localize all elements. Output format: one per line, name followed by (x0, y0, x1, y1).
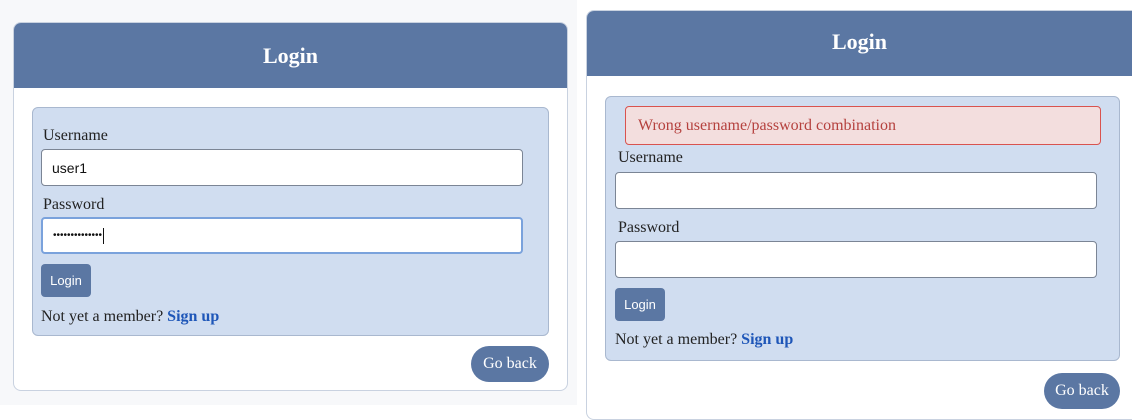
login-button[interactable]: Login (615, 288, 665, 321)
error-message: Wrong username/password combination (638, 116, 896, 134)
signup-prompt-text: Not yet a member? (615, 331, 738, 348)
login-button[interactable]: Login (41, 264, 91, 297)
go-back-button[interactable]: Go back (471, 346, 549, 382)
password-label: Password (618, 219, 680, 236)
username-input[interactable] (41, 149, 523, 186)
password-label: Password (43, 196, 105, 213)
login-form: Username Password •••••••••••••• Login N… (32, 107, 549, 336)
login-card-error: Login Wrong username/password combinatio… (586, 10, 1132, 420)
text-cursor (103, 227, 105, 244)
login-form: Wrong username/password combination User… (605, 96, 1120, 361)
login-title: Login (262, 42, 319, 68)
signup-prompt: Not yet a member? Sign up (615, 331, 793, 349)
username-label: Username (43, 127, 108, 144)
password-mask: •••••••••••••• (53, 230, 103, 241)
go-back-button[interactable]: Go back (1044, 373, 1120, 409)
login-title: Login (831, 28, 888, 54)
login-card-filled: Login Username Password •••••••••••••• L… (13, 22, 568, 391)
signup-link[interactable]: Sign up (741, 331, 793, 348)
login-header: Login (14, 23, 567, 88)
password-input[interactable]: •••••••••••••• (41, 217, 523, 254)
signup-prompt-text: Not yet a member? (41, 308, 164, 325)
username-label: Username (618, 149, 683, 166)
signup-link[interactable]: Sign up (167, 308, 219, 325)
error-alert: Wrong username/password combination (625, 106, 1101, 145)
password-input[interactable] (615, 241, 1097, 278)
signup-prompt: Not yet a member? Sign up (41, 308, 219, 326)
login-header: Login (587, 11, 1132, 76)
username-input[interactable] (615, 172, 1097, 209)
